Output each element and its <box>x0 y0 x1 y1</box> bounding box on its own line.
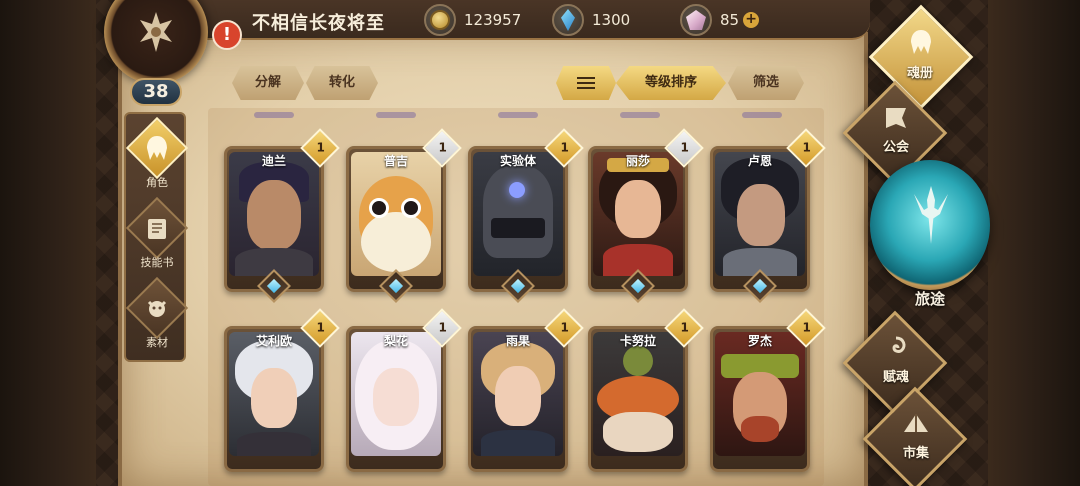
beast-icon <box>147 300 167 317</box>
guild-label: 公会 <box>882 140 909 155</box>
sort-icon <box>577 77 595 89</box>
scroll-indicator <box>376 112 416 118</box>
tab-skill-books[interactable]: 技能书 <box>125 196 189 276</box>
tab-characters-label: 角色 <box>146 176 168 189</box>
journey-button[interactable]: 旅途 <box>868 156 996 308</box>
right-wall-decoration <box>988 0 1080 486</box>
portrait-lihua <box>351 332 441 456</box>
endow-button[interactable]: 赋魂 <box>842 310 948 416</box>
market-button[interactable]: 市集 <box>862 386 968 486</box>
portrait-lisa <box>593 152 683 276</box>
scroll-indicator <box>620 112 660 118</box>
endow-label: 赋魂 <box>882 370 909 385</box>
game-screen: 不相信长夜将至 123957 1300 85 + 38 ! 角色 技能书 素材 … <box>0 0 1080 486</box>
category-tabs: 角色 技能书 素材 <box>124 112 189 362</box>
filter-button[interactable]: 筛选 <box>728 66 804 100</box>
emblem-icon <box>140 12 172 52</box>
character-card-lisa[interactable]: 丽莎 1 <box>588 128 704 303</box>
character-card-puji[interactable]: 普吉 1 <box>346 128 462 303</box>
tab-skill-books-label: 技能书 <box>140 256 174 269</box>
player-level: 38 <box>130 78 182 106</box>
character-card-rune[interactable]: 卢恩 1 <box>710 128 826 303</box>
sort-by-level-button[interactable]: 等级排序 <box>616 66 726 100</box>
portrait-experiment <box>473 152 563 276</box>
scroll-indicator <box>742 112 782 118</box>
helmet-icon <box>147 136 167 160</box>
book-icon <box>148 219 166 239</box>
character-card-lihua[interactable]: 梨花 1 <box>346 308 462 472</box>
spiral-icon <box>892 336 906 353</box>
convert-button[interactable]: 转化 <box>306 66 378 100</box>
soul-book-label: 魂册 <box>906 66 933 81</box>
character-card-elio[interactable]: 艾利欧 1 <box>224 308 340 472</box>
character-card-kanura[interactable]: 卡努拉 1 <box>588 308 704 472</box>
guild-banner-icon <box>886 108 906 128</box>
portrait-elio <box>229 332 319 456</box>
trident-emblem-icon <box>914 186 948 244</box>
gold-currency[interactable]: 123957 <box>424 4 521 36</box>
portrait-rune <box>715 152 805 276</box>
crystal-icon <box>680 4 712 36</box>
left-wall-decoration <box>0 0 96 486</box>
gold-coin-icon <box>424 4 456 36</box>
character-card-experiment[interactable]: 实验体 1 <box>468 128 584 303</box>
decompose-button[interactable]: 分解 <box>232 66 304 100</box>
tab-materials[interactable]: 素材 <box>125 276 189 356</box>
helmet-icon <box>911 30 931 54</box>
portrait-dylan <box>229 152 319 276</box>
crystal-currency[interactable]: 85 + <box>680 4 760 36</box>
character-card-roger[interactable]: 罗杰 1 <box>710 308 826 472</box>
sort-order-button[interactable] <box>556 66 616 100</box>
tent-icon <box>904 414 928 432</box>
portrait-puji <box>351 152 441 276</box>
portrait-hugo <box>473 332 563 456</box>
alert-icon[interactable]: ! <box>212 20 242 50</box>
market-label: 市集 <box>902 446 929 461</box>
portrait-roger <box>715 332 805 456</box>
gem-currency[interactable]: 1300 <box>552 4 630 36</box>
crystal-amount: 85 <box>720 11 740 29</box>
player-name: 不相信长夜将至 <box>252 13 385 34</box>
scroll-indicator <box>254 112 294 118</box>
blue-gem-icon <box>552 4 584 36</box>
add-crystal-button[interactable]: + <box>743 12 760 28</box>
tab-materials-label: 素材 <box>146 336 168 349</box>
tab-characters[interactable]: 角色 <box>125 116 189 196</box>
gold-amount: 123957 <box>464 11 522 29</box>
character-card-hugo[interactable]: 雨果 1 <box>468 308 584 472</box>
journey-label: 旅途 <box>914 290 945 308</box>
player-avatar[interactable]: 38 <box>96 0 216 106</box>
scroll-indicator <box>498 112 538 118</box>
character-card-dylan[interactable]: 迪兰 1 <box>224 128 340 303</box>
portrait-kanura <box>593 332 683 456</box>
gem-amount: 1300 <box>592 11 631 29</box>
